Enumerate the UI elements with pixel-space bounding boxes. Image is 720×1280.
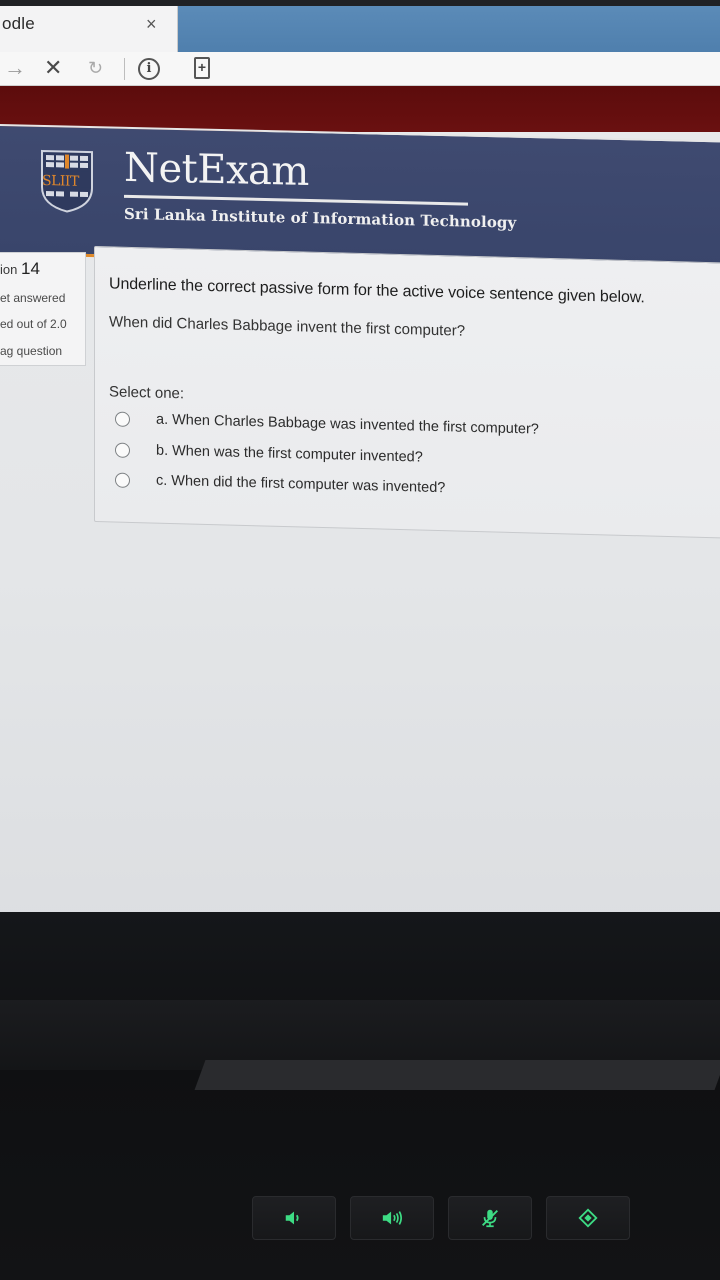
radio-button[interactable] <box>115 442 130 458</box>
site-info-icon[interactable]: i <box>138 58 160 80</box>
tab-title: odle <box>2 14 35 33</box>
volume-up-icon <box>382 1211 402 1225</box>
volume-up-key[interactable] <box>350 1196 434 1240</box>
mic-mute-icon <box>482 1209 498 1228</box>
answer-option-c[interactable]: c. When did the first computer was inven… <box>115 469 445 500</box>
radio-button[interactable] <box>115 472 130 488</box>
option-label[interactable]: a. When Charles Babbage was invented the… <box>156 412 539 438</box>
airplane-mode-key[interactable] <box>546 1196 630 1240</box>
question-sentence: When did Charles Babbage invent the firs… <box>109 313 466 340</box>
answer-option-a[interactable]: a. When Charles Babbage was invented the… <box>115 408 539 441</box>
volume-down-key[interactable] <box>252 1196 336 1240</box>
select-one-label: Select one: <box>109 383 185 403</box>
option-label[interactable]: c. When did the first computer was inven… <box>156 473 445 497</box>
radio-button[interactable] <box>115 411 130 427</box>
question-content: Underline the correct passive form for t… <box>94 246 720 539</box>
browser-tab-strip: odle × <box>0 6 720 52</box>
flag-question-link[interactable]: ag question <box>0 344 62 358</box>
tab-close-icon[interactable]: × <box>146 14 157 35</box>
volume-down-icon <box>285 1211 299 1225</box>
site-title: NetExam <box>124 144 309 196</box>
title-underline <box>124 194 468 206</box>
nav-divider <box>124 58 125 80</box>
airplane-mode-icon <box>578 1208 598 1228</box>
site-top-bar <box>0 86 720 132</box>
forward-arrow-icon[interactable]: → <box>4 55 26 81</box>
logo-text: SLIIT <box>42 172 79 190</box>
question-number-value: 14 <box>20 259 40 278</box>
question-label: ion <box>0 262 18 277</box>
question-prompt: Underline the correct passive form for t… <box>109 275 645 307</box>
answer-status: et answered <box>0 291 66 305</box>
question-number: ion 14 <box>0 259 40 279</box>
browser-tab[interactable]: odle × <box>0 6 178 52</box>
browser-nav-bar: → ✕ ↻ i + <box>0 52 720 86</box>
screen: odle × → ✕ ↻ i + SLIIT NetExam Sri Lanka… <box>0 0 720 940</box>
reload-icon[interactable]: ↻ <box>88 58 103 79</box>
site-subtitle: Sri Lanka Institute of Information Techn… <box>124 204 517 232</box>
keyboard-edge <box>194 1060 720 1090</box>
answer-option-b[interactable]: b. When was the first computer invented? <box>115 439 423 469</box>
mic-mute-key[interactable] <box>448 1196 532 1240</box>
option-label[interactable]: b. When was the first computer invented? <box>156 443 423 466</box>
marks-info: ed out of 2.0 <box>0 317 67 331</box>
stop-icon[interactable]: ✕ <box>44 55 62 81</box>
new-page-icon[interactable]: + <box>194 57 210 79</box>
question-info-panel: ion 14 et answered ed out of 2.0 ag ques… <box>0 252 86 366</box>
